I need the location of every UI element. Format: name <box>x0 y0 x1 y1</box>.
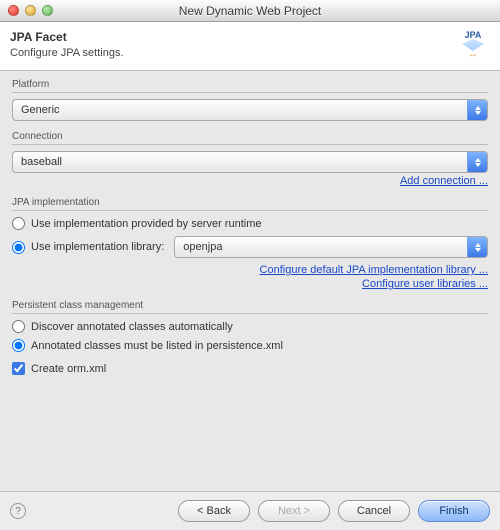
cancel-button[interactable]: Cancel <box>338 500 410 522</box>
platform-select[interactable]: Generic <box>12 99 488 121</box>
connection-group: Connection baseball Add connection ... <box>12 131 488 187</box>
configure-default-link[interactable]: Configure default JPA implementation lib… <box>260 264 488 276</box>
dialog-footer: ? < Back Next > Cancel Finish <box>0 491 500 530</box>
connection-select[interactable]: baseball <box>12 151 488 173</box>
add-connection-link[interactable]: Add connection ... <box>400 175 488 187</box>
pcm-discover-label: Discover annotated classes automatically <box>31 321 233 333</box>
platform-label: Platform <box>12 79 488 90</box>
platform-group: Platform Generic <box>12 79 488 121</box>
pcm-listed-label: Annotated classes must be listed in pers… <box>31 340 283 352</box>
pcm-group: Persistent class management Discover ann… <box>12 300 488 352</box>
impl-server-radio[interactable] <box>12 217 25 230</box>
pcm-listed-radio[interactable] <box>12 339 25 352</box>
configure-user-link[interactable]: Configure user libraries ... <box>362 278 488 290</box>
dialog-content: Platform Generic Connection baseball Add… <box>0 71 500 491</box>
connection-value: baseball <box>21 156 62 168</box>
page-title: JPA Facet <box>10 30 124 44</box>
create-orm-checkbox[interactable] <box>12 362 25 375</box>
connection-label: Connection <box>12 131 488 142</box>
implementation-label: JPA implementation <box>12 197 488 208</box>
impl-library-radio[interactable] <box>12 241 25 254</box>
implementation-group: JPA implementation Use implementation pr… <box>12 197 488 290</box>
dropdown-icon <box>467 152 487 172</box>
dialog-window: New Dynamic Web Project JPA Facet Config… <box>0 0 500 530</box>
pcm-discover-radio[interactable] <box>12 320 25 333</box>
create-orm-label: Create orm.xml <box>31 363 106 375</box>
help-icon[interactable]: ? <box>10 503 26 519</box>
back-button[interactable]: < Back <box>178 500 250 522</box>
impl-library-value: openjpa <box>183 241 222 253</box>
jpa-logo-icon: JPA ↔ <box>456 30 490 60</box>
page-subtitle: Configure JPA settings. <box>10 47 124 59</box>
dialog-header: JPA Facet Configure JPA settings. JPA ↔ <box>0 22 500 71</box>
window-title: New Dynamic Web Project <box>0 4 500 18</box>
impl-library-label: Use implementation library: <box>31 241 164 253</box>
titlebar: New Dynamic Web Project <box>0 0 500 22</box>
impl-library-select[interactable]: openjpa <box>174 236 488 258</box>
dropdown-icon <box>467 100 487 120</box>
next-button[interactable]: Next > <box>258 500 330 522</box>
dropdown-icon <box>467 237 487 257</box>
impl-server-label: Use implementation provided by server ru… <box>31 218 262 230</box>
finish-button[interactable]: Finish <box>418 500 490 522</box>
platform-value: Generic <box>21 104 60 116</box>
pcm-label: Persistent class management <box>12 300 488 311</box>
